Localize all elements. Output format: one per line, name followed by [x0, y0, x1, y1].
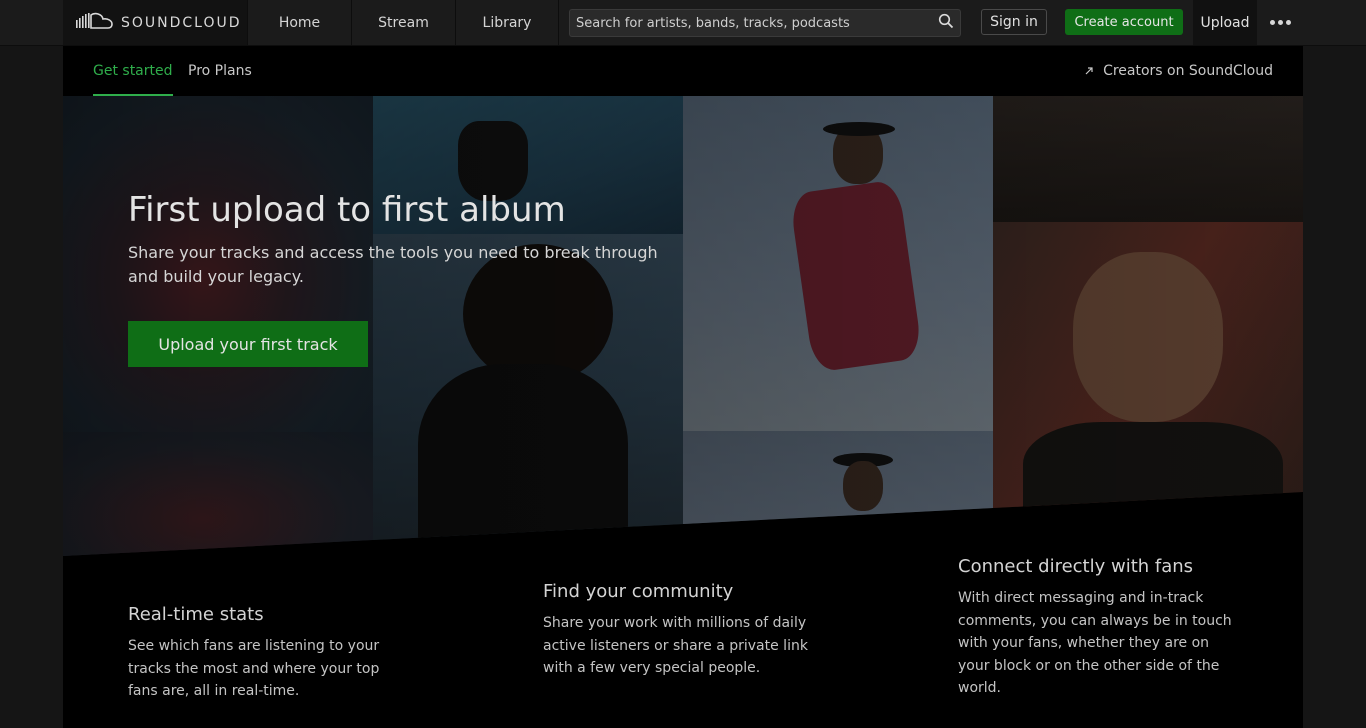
hero-title: First upload to first album: [128, 190, 566, 230]
nav-library[interactable]: Library: [455, 0, 559, 45]
search-input[interactable]: [570, 10, 932, 36]
upload-link[interactable]: Upload: [1193, 0, 1257, 45]
feature-text: See which fans are listening to your tra…: [128, 638, 380, 699]
sign-in-button[interactable]: Sign in: [981, 9, 1047, 35]
nav-home[interactable]: Home: [247, 0, 351, 45]
creators-link[interactable]: Creators on SoundCloud: [1085, 46, 1273, 96]
tab-get-started[interactable]: Get started: [93, 46, 173, 96]
hero-subtitle: Share your tracks and access the tools y…: [128, 243, 658, 286]
feature-connect-fans: Connect directly with fans With direct m…: [958, 556, 1243, 700]
soundcloud-logo[interactable]: SOUNDCLOUD: [63, 0, 247, 45]
nav-stream[interactable]: Stream: [351, 0, 455, 45]
feature-text: With direct messaging and in-track comme…: [958, 590, 1232, 696]
search-button[interactable]: [932, 10, 960, 36]
more-button[interactable]: [1257, 0, 1303, 45]
logo-text: SOUNDCLOUD: [121, 14, 242, 31]
more-dots-icon: [1268, 20, 1292, 25]
sub-navigation: Get started Pro Plans Creators on SoundC…: [63, 46, 1303, 96]
feature-title: Find your community: [543, 581, 734, 602]
top-header-inner: SOUNDCLOUD Home Stream Library Sign in C…: [63, 0, 1303, 45]
soundcloud-logo-icon: [75, 11, 115, 35]
create-account-button[interactable]: Create account: [1065, 9, 1183, 35]
hero-section: First upload to first album Share your t…: [63, 96, 1303, 556]
feature-title: Real-time stats: [128, 604, 264, 625]
feature-find-community: Find your community Share your work with…: [543, 581, 823, 680]
external-link-icon: [1085, 63, 1093, 79]
upload-first-track-button[interactable]: Upload your first track: [128, 321, 368, 367]
feature-title: Connect directly with fans: [958, 556, 1194, 577]
main-content: Get started Pro Plans Creators on SoundC…: [63, 46, 1303, 728]
search-icon: [938, 13, 954, 33]
feature-real-time-stats: Real-time stats See which fans are liste…: [128, 604, 398, 703]
tab-pro-plans[interactable]: Pro Plans: [188, 46, 252, 96]
top-header: SOUNDCLOUD Home Stream Library Sign in C…: [0, 0, 1366, 46]
creators-label: Creators on SoundCloud: [1103, 63, 1273, 79]
feature-text: Share your work with millions of daily a…: [543, 615, 808, 676]
search-box: [569, 9, 961, 37]
